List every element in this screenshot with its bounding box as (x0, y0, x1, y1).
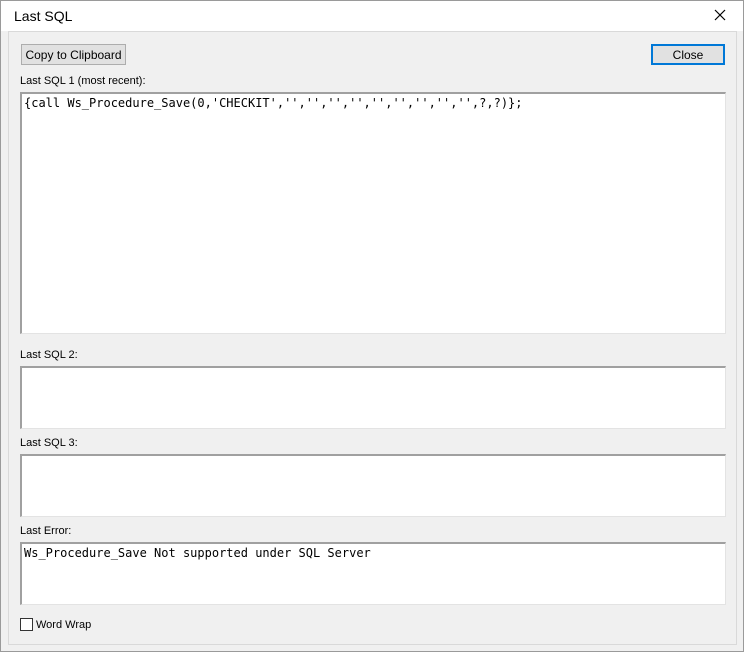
title-bar: Last SQL (1, 1, 743, 31)
last-sql-3-label: Last SQL 3: (20, 437, 78, 449)
copy-to-clipboard-button[interactable]: Copy to Clipboard (21, 44, 126, 65)
word-wrap-label: Word Wrap (36, 618, 92, 631)
last-sql-1-label: Last SQL 1 (most recent): (20, 75, 146, 87)
last-sql-2-label: Last SQL 2: (20, 349, 78, 361)
word-wrap-checkbox[interactable] (20, 618, 33, 631)
window-title: Last SQL (14, 8, 73, 24)
title-placeholder (88, 10, 105, 23)
window-close-button[interactable] (706, 4, 734, 26)
last-error-textarea[interactable]: Ws_Procedure_Save Not supported under SQ… (20, 542, 726, 605)
close-button[interactable]: Close (651, 44, 725, 65)
close-icon (714, 9, 726, 21)
last-sql-2-textarea[interactable] (20, 366, 726, 429)
last-error-label: Last Error: (20, 525, 72, 537)
last-sql-window: Last SQL Copy to Clipboard Close Last SQ… (0, 0, 744, 652)
dialog-client-area: Copy to Clipboard Close Last SQL 1 (most… (8, 31, 737, 645)
last-sql-3-textarea[interactable] (20, 454, 726, 517)
word-wrap-option[interactable]: Word Wrap (20, 618, 91, 631)
last-sql-1-textarea[interactable]: {call Ws_Procedure_Save(0,'CHECKIT','','… (20, 92, 726, 334)
